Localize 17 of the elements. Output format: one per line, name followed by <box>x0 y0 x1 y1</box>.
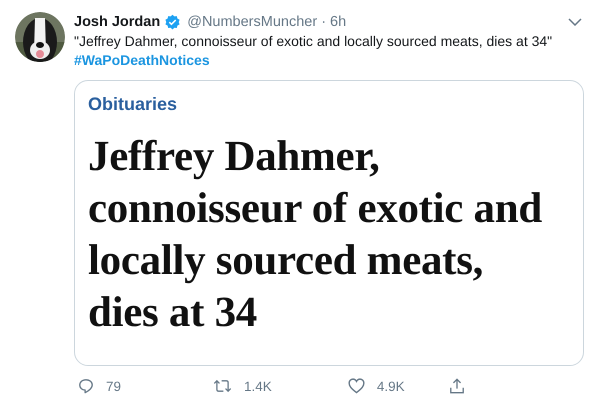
separator-dot: · <box>321 14 326 30</box>
tweet-text: "Jeffrey Dahmer, connoisseur of exotic and locally sourced meats, dies at 34" <box>74 32 554 51</box>
action-count: 79 <box>106 378 122 394</box>
share-icon[interactable] <box>449 378 466 394</box>
heart-icon[interactable] <box>348 378 365 394</box>
action-count: 4.9K <box>376 378 405 394</box>
retweet-icon[interactable] <box>212 378 232 394</box>
author-name[interactable]: Josh Jordan <box>74 14 160 30</box>
hashtag-link[interactable]: #WaPoDeathNotices <box>74 52 210 68</box>
chevron-down-icon[interactable] <box>568 18 582 26</box>
action-count: 1.4K <box>244 378 272 394</box>
author-handle[interactable]: @NumbersMuncher <box>187 14 318 30</box>
reply-icon[interactable] <box>78 378 94 394</box>
section-label: Obituaries <box>88 94 178 115</box>
image-card[interactable]: Obituaries Jeffrey Dahmer, connoisseur of exotic and locally sourced meats, dies at 34 <box>74 80 584 366</box>
headline: Jeffrey Dahmer, connoisseur of exotic and locally sourced meats, dies at 34 <box>88 132 543 338</box>
tweet-time[interactable]: 6h <box>330 14 346 30</box>
